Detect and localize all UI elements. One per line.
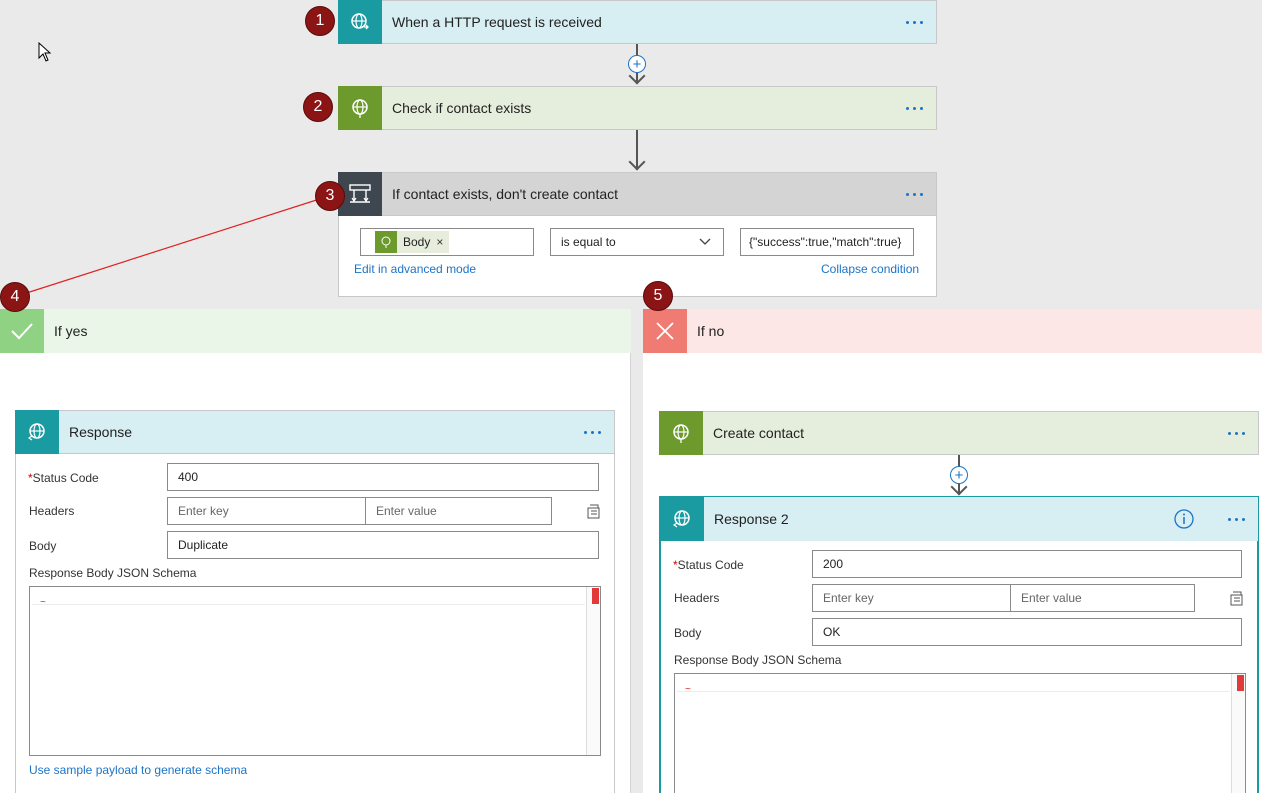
checkmark-icon (0, 309, 44, 353)
schema-editor[interactable]: ~ (29, 586, 601, 756)
http-globe-icon (338, 0, 382, 44)
remove-token-icon[interactable]: × (436, 235, 443, 249)
schema-editor[interactable]: ~ (674, 673, 1246, 793)
http-globe-icon (375, 231, 397, 253)
no-branch-title: If no (697, 323, 725, 339)
http-globe-icon (15, 410, 59, 454)
header-value-input[interactable]: Enter value (1010, 584, 1195, 612)
header-value-input[interactable]: Enter value (365, 497, 552, 525)
body-token-label: Body (403, 235, 431, 249)
editor-scrollbar[interactable] (586, 587, 600, 755)
status-code-input[interactable]: 400 (167, 463, 599, 491)
body-token[interactable]: Body × (375, 231, 450, 253)
close-icon (643, 309, 687, 353)
body-label: Body (674, 626, 702, 640)
trigger-more-button[interactable] (892, 20, 936, 24)
condition-value: {"success":true,"match":true} (749, 235, 902, 249)
condition-operator-select[interactable]: is equal to (550, 228, 724, 256)
operator-value: is equal to (561, 235, 616, 249)
header-key-input[interactable]: Enter key (167, 497, 366, 525)
schema-label: Response Body JSON Schema (674, 653, 842, 667)
annotation-badge-2: 2 (303, 92, 333, 122)
edit-advanced-mode-link[interactable]: Edit in advanced mode (354, 262, 476, 276)
schema-label: Response Body JSON Schema (29, 566, 197, 580)
response-2-title: Response 2 (714, 511, 789, 527)
info-icon[interactable] (1174, 509, 1194, 529)
header-key-input[interactable]: Enter key (812, 584, 1011, 612)
sample-payload-link[interactable]: Use sample payload to generate schema (29, 763, 247, 777)
annotation-badge-5: 5 (643, 281, 673, 311)
status-code-label: *Status Code (673, 558, 744, 572)
switch-mode-icon[interactable] (1230, 591, 1244, 606)
response-title: Response (69, 424, 133, 440)
error-marker (1237, 675, 1244, 691)
annotation-badge-1: 1 (305, 6, 335, 36)
create-contact-card[interactable]: Create contact (659, 411, 1259, 455)
status-code-label: *Status Code (28, 471, 99, 485)
check-contact-card[interactable]: Check if contact exists (338, 86, 937, 130)
body-label: Body (29, 539, 57, 553)
create-contact-title: Create contact (713, 425, 805, 441)
http-globe-icon (338, 86, 382, 130)
trigger-title: When a HTTP request is received (392, 14, 602, 30)
response-2-card-header[interactable]: Response 2 (660, 497, 1258, 541)
response-card-header[interactable]: Response (15, 410, 615, 454)
no-branch-header[interactable]: If no (643, 309, 1262, 353)
headers-label: Headers (674, 591, 720, 605)
error-squiggle-icon: ~ (685, 684, 691, 695)
yes-branch-title: If yes (54, 323, 88, 339)
http-globe-icon (660, 497, 704, 541)
switch-mode-icon[interactable] (587, 504, 601, 519)
error-marker (592, 588, 599, 604)
error-squiggle-icon: ~ (40, 597, 46, 608)
condition-card[interactable]: If contact exists, don't create contact (338, 172, 937, 216)
response-2-more-button[interactable] (1214, 517, 1258, 521)
editor-scrollbar[interactable] (1231, 674, 1245, 793)
trigger-card[interactable]: When a HTTP request is received (338, 0, 937, 44)
check-contact-title: Check if contact exists (392, 100, 532, 116)
status-code-input[interactable]: 200 (812, 550, 1242, 578)
annotation-badge-4: 4 (0, 282, 30, 312)
check-contact-more-button[interactable] (892, 106, 936, 110)
condition-title: If contact exists, don't create contact (392, 186, 619, 202)
body-input[interactable]: OK (812, 618, 1242, 646)
condition-left-operand[interactable]: Body × (360, 228, 534, 256)
http-globe-icon (659, 411, 703, 455)
condition-right-operand[interactable]: {"success":true,"match":true} (740, 228, 914, 256)
body-input[interactable]: Duplicate (167, 531, 599, 559)
headers-label: Headers (29, 504, 75, 518)
collapse-condition-link[interactable]: Collapse condition (821, 262, 919, 276)
annotation-badge-3: 3 (315, 181, 345, 211)
create-contact-more-button[interactable] (1214, 431, 1258, 435)
chevron-down-icon (699, 238, 711, 245)
condition-more-button[interactable] (892, 192, 936, 196)
yes-branch-header[interactable]: If yes (0, 309, 631, 353)
response-more-button[interactable] (570, 430, 614, 434)
